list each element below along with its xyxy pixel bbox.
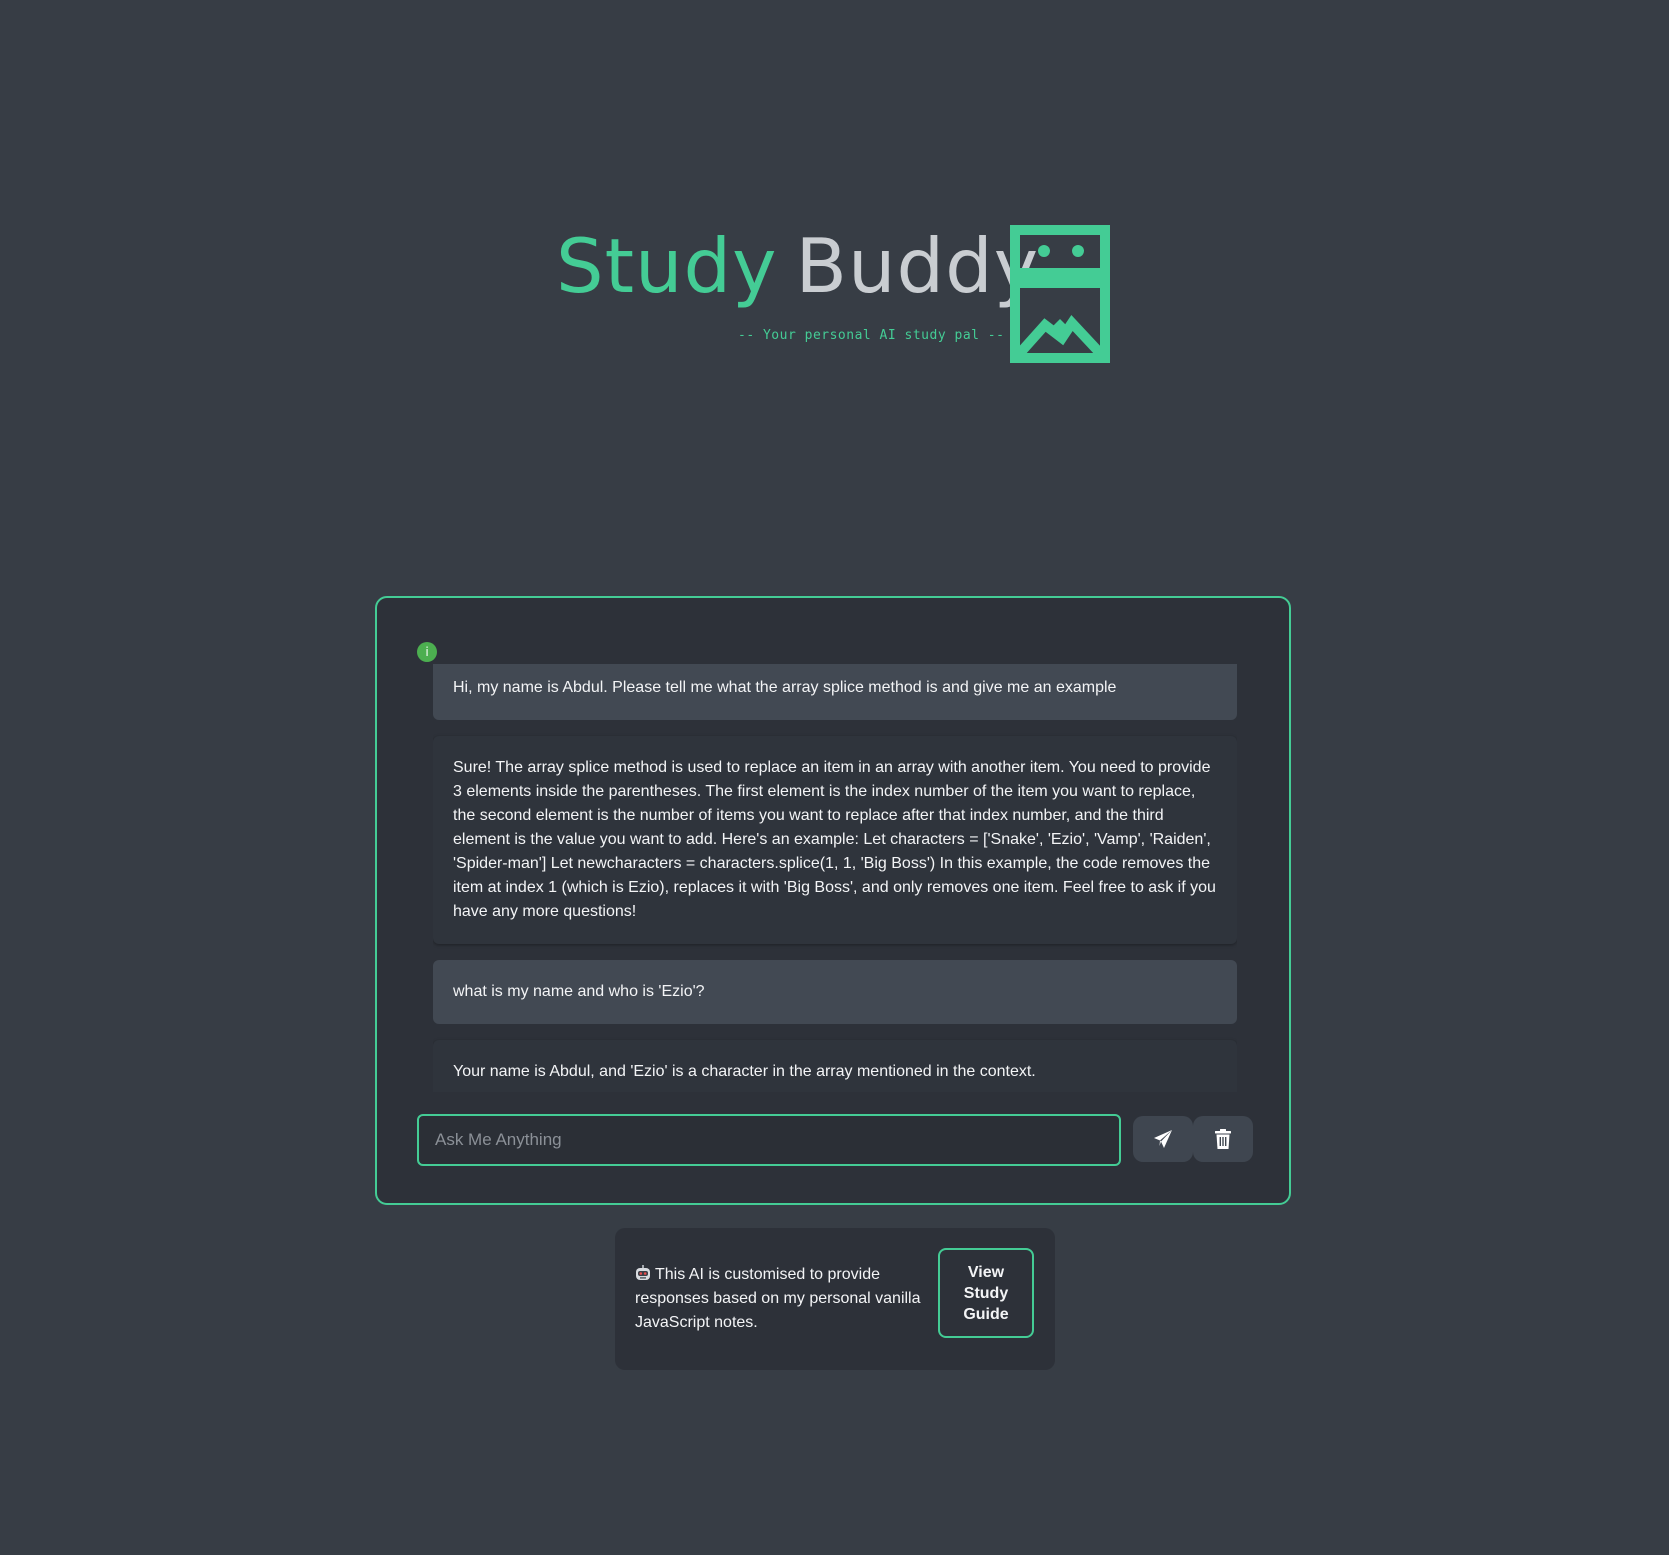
info-badge-icon[interactable]: i [417,642,437,662]
app-title: Study Buddy [556,229,1039,304]
assistant-message: Sure! The array splice method is used to… [433,736,1237,944]
ask-input[interactable] [417,1114,1121,1166]
user-message: what is my name and who is 'Ezio'? [433,960,1237,1024]
info-text: This AI is customised to provide respons… [635,1266,921,1331]
message-list[interactable]: Hi, my name is Abdul. Please tell me wha… [433,664,1237,1092]
info-text-block: This AI is customised to provide respons… [635,1263,925,1335]
app-title-study: Study [556,222,778,310]
header: Study Buddy -- Your personal AI study pal… [0,225,1669,365]
chat-panel: i Hi, my name is Abdul. Please tell me w… [375,596,1291,1205]
robot-emoji-icon [636,1265,650,1280]
tagline: -- Your personal AI study pal -- [738,328,1005,343]
clear-chat-button[interactable] [1193,1116,1253,1162]
view-study-guide-button[interactable]: View Study Guide [938,1248,1034,1338]
composer [417,1114,1257,1166]
send-button[interactable] [1133,1116,1193,1162]
user-message: Hi, my name is Abdul. Please tell me wha… [433,664,1237,720]
paper-plane-icon [1154,1130,1172,1148]
robot-logo-icon [1010,225,1110,363]
assistant-message: Your name is Abdul, and 'Ezio' is a char… [433,1040,1237,1092]
info-panel: This AI is customised to provide respons… [615,1228,1055,1370]
trash-icon [1215,1129,1231,1149]
app-title-buddy: Buddy [795,222,1040,310]
